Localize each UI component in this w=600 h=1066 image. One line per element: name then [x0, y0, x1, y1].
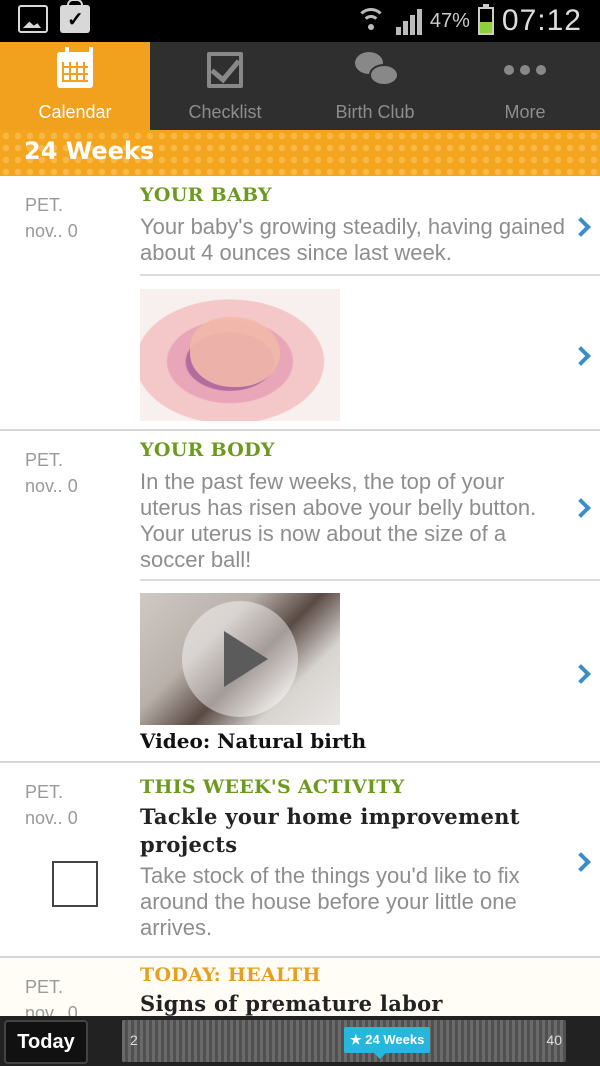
main-tab-bar: Calendar Checklist Birth Club More	[0, 42, 600, 130]
entry-date: PET. nov.. 0	[25, 782, 78, 828]
entry-text[interactable]: In the past few weeks, the top of your u…	[140, 469, 565, 573]
battery-percentage: 47%	[429, 9, 470, 32]
entry-category: YOUR BABY	[140, 184, 272, 206]
tab-label: More	[504, 102, 546, 122]
notification-icons: ✓	[18, 0, 90, 33]
timeline-end-label: 40	[546, 1032, 562, 1048]
chevron-right-icon[interactable]	[571, 217, 591, 237]
calendar-feed[interactable]: PET. nov.. 0 YOUR BABY Your baby's growi…	[0, 176, 600, 1016]
tab-calendar[interactable]: Calendar	[0, 42, 150, 130]
battery-icon	[477, 4, 494, 35]
activity-checkbox[interactable]	[52, 861, 98, 907]
week-header: 24 Weeks	[0, 130, 600, 176]
divider	[140, 274, 600, 276]
entry-category: THIS WEEK'S ACTIVITY	[140, 776, 405, 798]
feed-entry-your-body: PET. nov.. 0 YOUR BODY In the past few w…	[0, 431, 600, 763]
video-thumbnail[interactable]	[140, 593, 340, 725]
health-title[interactable]: Signs of premature labor	[140, 990, 560, 1016]
play-icon[interactable]	[182, 601, 298, 717]
week-title: 24 Weeks	[24, 137, 155, 165]
bottom-bar: Today 2 ★ 24 Weeks 40	[0, 1016, 600, 1066]
fetus-illustration-image[interactable]	[140, 289, 340, 421]
feed-entry-your-baby: PET. nov.. 0 YOUR BABY Your baby's growi…	[0, 176, 600, 431]
more-dots-icon	[495, 52, 555, 88]
tab-checklist[interactable]: Checklist	[150, 42, 300, 130]
entry-category: YOUR BODY	[140, 439, 275, 461]
video-caption[interactable]: Video: Natural birth	[140, 729, 366, 753]
store-notification-icon: ✓	[60, 0, 90, 33]
chevron-right-icon[interactable]	[571, 498, 591, 518]
status-bar: ✓ 47% 07:12	[0, 0, 600, 42]
timeline-start-label: 2	[130, 1032, 138, 1048]
tab-label: Birth Club	[335, 102, 415, 122]
tab-label: Checklist	[188, 102, 262, 122]
wifi-icon	[355, 6, 386, 36]
entry-date: PET. nov.. 0	[25, 195, 78, 241]
tab-more[interactable]: More	[450, 42, 600, 130]
chevron-right-icon[interactable]	[571, 664, 591, 684]
feed-entry-weekly-activity: PET. nov.. 0 THIS WEEK'S ACTIVITY Tackle…	[0, 763, 600, 958]
signal-strength-icon	[394, 7, 422, 35]
divider	[140, 579, 600, 581]
current-week-marker[interactable]: ★ 24 Weeks	[344, 1027, 431, 1059]
entry-date: PET. nov.. 0	[25, 977, 78, 1016]
entry-text[interactable]: Take stock of the things you'd like to f…	[140, 863, 565, 941]
gallery-notification-icon	[18, 5, 48, 33]
entry-category: TODAY: HEALTH	[140, 964, 321, 986]
feed-entry-today-health: PET. nov.. 0 TODAY: HEALTH Signs of prem…	[0, 958, 600, 1016]
week-timeline-slider[interactable]: 2 ★ 24 Weeks 40	[122, 1020, 566, 1062]
tab-birth-club[interactable]: Birth Club	[300, 42, 450, 130]
entry-date: PET. nov.. 0	[25, 450, 78, 496]
chevron-right-icon[interactable]	[571, 852, 591, 872]
calendar-icon	[57, 47, 93, 88]
clock: 07:12	[501, 4, 582, 37]
chevron-right-icon[interactable]	[571, 346, 591, 366]
tab-label: Calendar	[38, 102, 112, 122]
checklist-icon	[207, 52, 243, 88]
today-button[interactable]: Today	[4, 1020, 88, 1064]
entry-text[interactable]: Your baby's growing steadily, having gai…	[140, 214, 565, 266]
chat-bubbles-icon	[355, 52, 399, 88]
activity-title[interactable]: Tackle your home improvement projects	[140, 803, 560, 859]
